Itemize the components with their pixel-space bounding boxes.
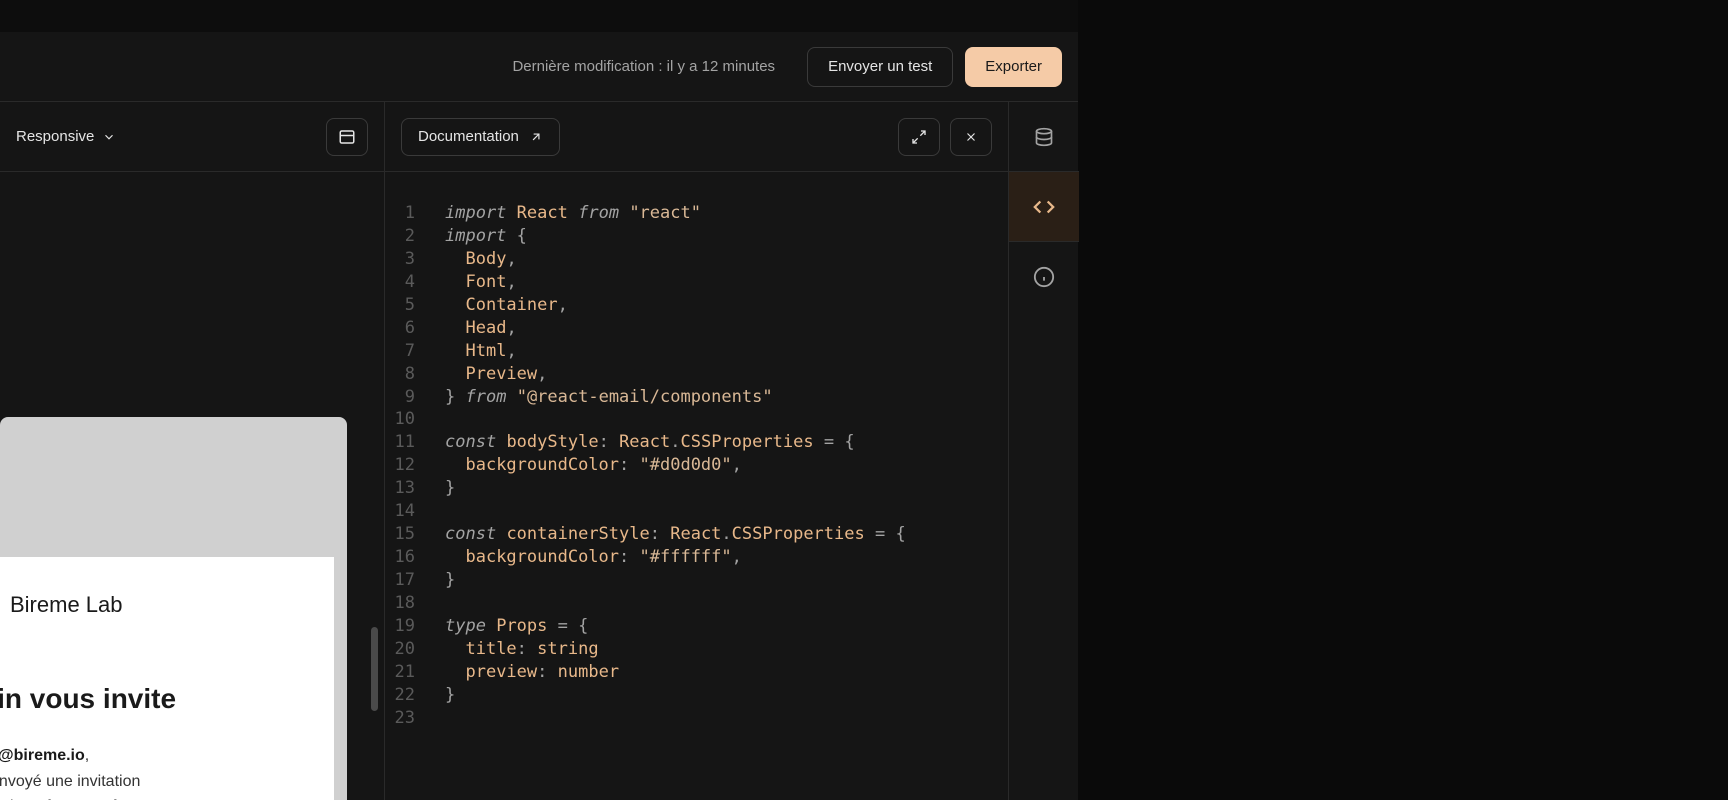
code-line: 23 — [385, 707, 1008, 730]
code-panel: Documentation — [385, 102, 1008, 800]
line-number: 3 — [385, 248, 445, 271]
code-line: 11const bodyStyle: React.CSSProperties =… — [385, 431, 1008, 454]
line-number: 22 — [385, 684, 445, 707]
line-number: 8 — [385, 363, 445, 386]
line-number: 13 — [385, 477, 445, 500]
line-number: 12 — [385, 454, 445, 477]
invite-title: ic Godin vous invite — [0, 683, 334, 715]
code-line: 3 Body, — [385, 248, 1008, 271]
code-line: 18 — [385, 592, 1008, 615]
preview-scrollbar[interactable] — [371, 627, 378, 711]
code-line: 5 Container, — [385, 294, 1008, 317]
chevron-down-icon — [102, 130, 116, 144]
line-number: 21 — [385, 661, 445, 684]
line-number: 4 — [385, 271, 445, 294]
code-line: 15const containerStyle: React.CSSPropert… — [385, 523, 1008, 546]
layout-toggle-button[interactable] — [326, 118, 368, 156]
info-tab[interactable] — [1009, 242, 1079, 312]
responsive-select[interactable]: Responsive — [16, 128, 116, 145]
code-line: 7 Html, — [385, 340, 1008, 363]
invite-body: jour antoine@bireme.io, din vous a envoy… — [0, 743, 334, 800]
code-line: 4 Font, — [385, 271, 1008, 294]
database-tab[interactable] — [1009, 102, 1079, 172]
line-number: 15 — [385, 523, 445, 546]
code-icon — [1033, 196, 1055, 218]
code-line: 22} — [385, 684, 1008, 707]
code-tab[interactable] — [1009, 172, 1079, 242]
line-number: 7 — [385, 340, 445, 363]
line-number: 11 — [385, 431, 445, 454]
line-number: 10 — [385, 408, 445, 431]
code-editor[interactable]: 1import React from "react"2import {3 Bod… — [385, 172, 1008, 800]
database-icon — [1034, 127, 1054, 147]
code-line: 10 — [385, 408, 1008, 431]
code-line: 21 preview: number — [385, 661, 1008, 684]
send-test-button[interactable]: Envoyer un test — [807, 47, 953, 87]
line-number: 18 — [385, 592, 445, 615]
line-number: 14 — [385, 500, 445, 523]
code-line: 1import React from "react" — [385, 202, 1008, 225]
line-number: 20 — [385, 638, 445, 661]
documentation-button[interactable]: Documentation — [401, 118, 560, 156]
line-number: 2 — [385, 225, 445, 248]
responsive-label: Responsive — [16, 128, 94, 145]
code-line: 20 title: string — [385, 638, 1008, 661]
line-number: 5 — [385, 294, 445, 317]
line-number: 19 — [385, 615, 445, 638]
info-icon — [1033, 266, 1055, 288]
external-link-icon — [529, 130, 543, 144]
brand-name: Bireme Lab — [10, 592, 123, 618]
expand-code-button[interactable] — [898, 118, 940, 156]
line-number: 16 — [385, 546, 445, 569]
code-line: 12 backgroundColor: "#d0d0d0", — [385, 454, 1008, 477]
documentation-label: Documentation — [418, 128, 519, 145]
close-icon — [964, 130, 978, 144]
header-bar: Dernière modification : il y a 12 minute… — [0, 32, 1078, 102]
export-button[interactable]: Exporter — [965, 47, 1062, 87]
line-number: 17 — [385, 569, 445, 592]
email-preview-area: B Bireme Lab ic Godin vous invite jour a… — [0, 172, 384, 800]
line-number: 1 — [385, 202, 445, 225]
code-line: 13} — [385, 477, 1008, 500]
expand-icon — [911, 129, 927, 145]
code-line: 2import { — [385, 225, 1008, 248]
code-line: 8 Preview, — [385, 363, 1008, 386]
preview-panel: Responsive B Bireme Lab — [0, 102, 385, 800]
right-rail — [1008, 102, 1078, 800]
code-line: 19type Props = { — [385, 615, 1008, 638]
code-line: 14 — [385, 500, 1008, 523]
code-line: 16 backgroundColor: "#ffffff", — [385, 546, 1008, 569]
last-modified-label: Dernière modification : il y a 12 minute… — [512, 58, 775, 75]
line-number: 9 — [385, 386, 445, 409]
line-number: 6 — [385, 317, 445, 340]
layout-icon — [338, 128, 356, 146]
line-number: 23 — [385, 707, 445, 730]
code-line: 17} — [385, 569, 1008, 592]
close-code-button[interactable] — [950, 118, 992, 156]
code-line: 9} from "@react-email/components" — [385, 386, 1008, 409]
code-line: 6 Head, — [385, 317, 1008, 340]
